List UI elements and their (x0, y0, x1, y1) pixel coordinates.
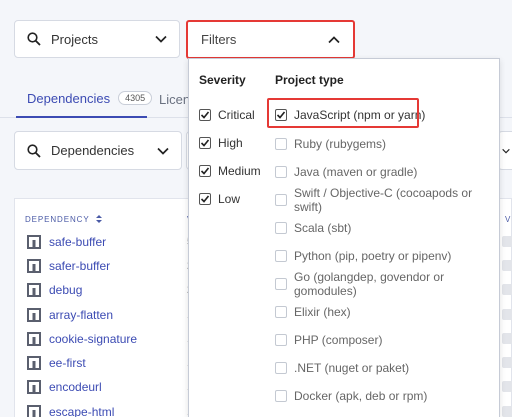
project-type-option-go[interactable]: Go (golangdep, govendor or gomodules) (275, 270, 499, 298)
dependency-name-link[interactable]: debug (49, 283, 82, 297)
project-type-option-label: .NET (nuget or paket) (294, 361, 410, 375)
severity-heading: Severity (199, 73, 246, 87)
project-type-option-php[interactable]: PHP (composer) (275, 330, 382, 350)
package-icon (27, 283, 41, 297)
column-header-dependency-label: DEPENDENCY (25, 215, 90, 224)
dependency-name-link[interactable]: escape-html (49, 405, 114, 417)
search-icon (27, 32, 41, 46)
dependency-name-link[interactable]: cookie-signature (49, 332, 137, 346)
project-type-option-ruby[interactable]: Ruby (rubygems) (275, 134, 386, 154)
table-row[interactable]: debug 2 (15, 278, 195, 302)
row-badge (502, 381, 512, 392)
dependency-count-badge: 4305 (118, 91, 153, 105)
checkbox-unchecked-icon[interactable] (275, 194, 287, 206)
project-type-option-dotnet[interactable]: .NET (nuget or paket) (275, 358, 409, 378)
package-icon (27, 332, 41, 346)
checkbox-unchecked-icon[interactable] (275, 362, 287, 374)
project-type-option-label: Elixir (hex) (294, 305, 351, 319)
tab-dependencies-label: Dependencies (27, 90, 111, 106)
package-icon (27, 235, 41, 249)
severity-option-medium[interactable]: Medium (199, 161, 261, 181)
project-type-option-label: Go (golangdep, govendor or gomodules) (294, 270, 445, 298)
filters-button[interactable]: Filters (186, 20, 355, 59)
checkbox-unchecked-icon[interactable] (275, 250, 287, 262)
table-row[interactable]: ee-first 1 (15, 351, 195, 375)
package-icon (27, 356, 41, 370)
projects-select-label: Projects (51, 31, 98, 47)
checkbox-unchecked-icon[interactable] (275, 306, 287, 318)
column-header-dependency[interactable]: DEPENDENCY (25, 215, 102, 224)
table-row[interactable]: array-flatten 1 (15, 303, 195, 327)
project-type-option-label: Ruby (rubygems) (294, 137, 387, 151)
chevron-down-icon (157, 147, 169, 155)
package-icon (27, 405, 41, 417)
chevron-up-icon (328, 35, 340, 43)
project-type-option-label: Scala (sbt) (294, 221, 352, 235)
severity-option-high[interactable]: High (199, 133, 243, 153)
project-type-option-scala[interactable]: Scala (sbt) (275, 218, 351, 238)
severity-option-label: Critical (218, 108, 255, 122)
checkbox-checked-icon[interactable] (199, 193, 211, 205)
tab-dependencies[interactable]: Dependencies 4305 (16, 80, 153, 118)
package-icon (27, 380, 41, 394)
row-badge (502, 309, 512, 320)
chevron-down-icon (155, 35, 167, 43)
severity-option-label: Medium (218, 164, 261, 178)
table-row[interactable]: encodeurl 1 (15, 375, 195, 399)
checkbox-unchecked-icon[interactable] (275, 138, 287, 150)
column-header-right: V (505, 215, 512, 224)
dependencies-search-select[interactable]: Dependencies (14, 131, 182, 170)
filters-button-label: Filters (201, 32, 237, 47)
project-type-heading: Project type (275, 73, 344, 87)
checkbox-unchecked-icon[interactable] (275, 222, 287, 234)
table-row[interactable]: cookie-signature 1 (15, 327, 195, 351)
search-icon (27, 143, 41, 158)
project-type-option-label: PHP (composer) (294, 333, 383, 347)
checkbox-unchecked-icon[interactable] (275, 166, 287, 178)
checkbox-checked-icon[interactable] (199, 109, 211, 121)
highlight-box (267, 98, 419, 128)
project-type-option-label: Java (maven or gradle) (294, 165, 418, 179)
package-icon (27, 259, 41, 273)
severity-option-critical[interactable]: Critical (199, 105, 255, 125)
row-badge (502, 333, 512, 344)
project-type-option-docker[interactable]: Docker (apk, deb or rpm) (275, 386, 427, 406)
chevron-down-icon (502, 148, 510, 154)
sort-icon (95, 215, 102, 223)
project-type-option-swift[interactable]: Swift / Objective-C (cocoapods or swift) (275, 186, 499, 214)
dependency-name-link[interactable]: safe-buffer (49, 235, 106, 249)
project-type-option-python[interactable]: Python (pip, poetry or pipenv) (275, 246, 451, 266)
row-badge (502, 236, 512, 247)
dependency-name-link[interactable]: ee-first (49, 356, 86, 370)
row-badge (502, 284, 512, 295)
severity-option-low[interactable]: Low (199, 189, 240, 209)
project-type-option-label: Swift / Objective-C (cocoapods or swift) (294, 186, 473, 214)
checkbox-checked-icon[interactable] (199, 137, 211, 149)
tertiary-filter-select[interactable] (498, 131, 512, 170)
row-badge (502, 357, 512, 368)
project-type-option-label: Docker (apk, deb or rpm) (294, 389, 428, 403)
project-type-option-java[interactable]: Java (maven or gradle) (275, 162, 417, 182)
projects-select[interactable]: Projects (14, 20, 180, 58)
dependencies-select-label: Dependencies (51, 143, 135, 158)
checkbox-unchecked-icon[interactable] (275, 334, 287, 346)
project-type-option-label: Python (pip, poetry or pipenv) (294, 249, 452, 263)
checkbox-unchecked-icon[interactable] (275, 278, 287, 290)
checkbox-checked-icon[interactable] (199, 165, 211, 177)
project-type-option-elixir[interactable]: Elixir (hex) (275, 302, 351, 322)
table-row[interactable]: safe-buffer 5 (15, 230, 195, 254)
severity-option-label: High (218, 136, 243, 150)
dependency-name-link[interactable]: encodeurl (49, 380, 102, 394)
table-row[interactable]: escape-html 1 (15, 400, 195, 417)
dependency-name-link[interactable]: array-flatten (49, 308, 113, 322)
row-badge (502, 406, 512, 417)
table-row[interactable]: safer-buffer 2 (15, 254, 195, 278)
row-badge (502, 260, 512, 271)
package-icon (27, 308, 41, 322)
checkbox-unchecked-icon[interactable] (275, 390, 287, 402)
dependency-name-link[interactable]: safer-buffer (49, 259, 110, 273)
severity-option-label: Low (218, 192, 241, 206)
